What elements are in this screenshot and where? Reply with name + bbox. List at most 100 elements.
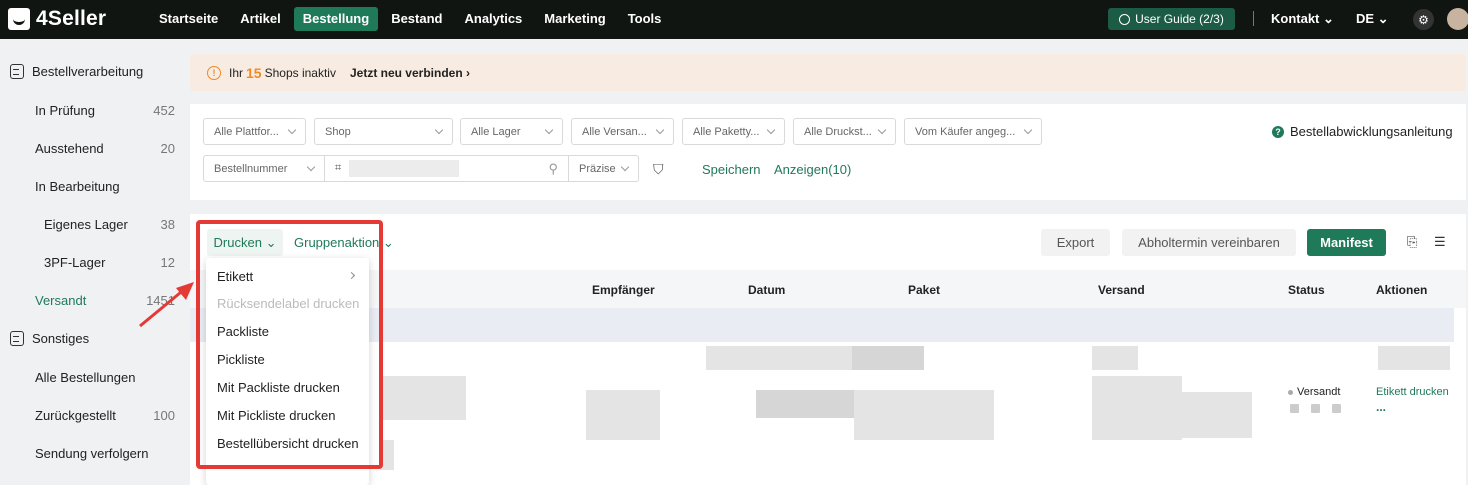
header-shipping: Versand <box>1098 283 1145 297</box>
redacted-block <box>706 346 856 370</box>
reconnect-link[interactable]: Jetzt neu verbinden › <box>350 66 470 80</box>
chevron-down-icon <box>1023 125 1033 135</box>
nav-marketing[interactable]: Marketing <box>535 7 614 31</box>
message-icon[interactable] <box>1311 404 1320 413</box>
select-value: Vom Käufer angeg... <box>915 125 1016 138</box>
buyer-specified-select[interactable]: Vom Käufer angeg... <box>904 118 1042 145</box>
sidebar-group-bestellverarbeitung[interactable]: Bestellverarbeitung <box>10 64 143 79</box>
header-actions: Aktionen <box>1376 283 1428 297</box>
export-button[interactable]: Export <box>1041 229 1110 256</box>
warning-icon: ! <box>207 65 221 80</box>
top-bar: 4Seller Startseite Artikel Bestellung Be… <box>0 0 1468 39</box>
status-dot <box>1288 389 1293 395</box>
warehouse-select[interactable]: Alle Lager <box>460 118 563 145</box>
nav-artikel[interactable]: Artikel <box>231 7 289 31</box>
help-icon: ? <box>1272 125 1284 138</box>
inactive-shops-banner: ! Ihr 15 Shops inaktiv Jetzt neu verbind… <box>190 54 1466 91</box>
sidebar-item-ausstehend[interactable]: Ausstehend 20 <box>35 141 175 156</box>
search-input[interactable]: ⌗ ⚲ <box>324 155 569 182</box>
document-icon[interactable] <box>1332 404 1341 413</box>
language-menu[interactable]: DE ⌄ <box>1356 11 1389 27</box>
scan-icon[interactable]: ⌗ <box>335 162 341 175</box>
arrow-head <box>176 282 194 300</box>
logo[interactable]: 4Seller <box>8 7 106 31</box>
highlight-box <box>196 220 383 469</box>
sidebar-item-label: Alle Bestellungen <box>35 370 136 385</box>
chevron-down-icon <box>877 125 887 135</box>
banner-suffix: Shops inaktiv <box>264 65 336 80</box>
redacted-block <box>1092 376 1182 440</box>
settings-icon[interactable]: ⚙ <box>1413 9 1434 30</box>
search-input-content: ⌗ <box>335 160 460 177</box>
chevron-down-icon <box>306 162 316 172</box>
chevron-down-icon <box>620 162 630 172</box>
sidebar-item-label: In Prüfung <box>35 103 95 118</box>
export-settings-icon[interactable]: ⎘ <box>1407 234 1417 250</box>
sidebar-group-sonstiges[interactable]: Sonstiges <box>10 331 89 346</box>
sidebar-item-label: Versandt <box>35 293 87 308</box>
search-icon[interactable]: ⚲ <box>548 161 558 177</box>
shop-select[interactable]: Shop <box>314 118 453 145</box>
chevron-down-icon <box>287 125 297 135</box>
annotation-arrow <box>139 282 194 328</box>
pickup-button[interactable]: Abholtermin vereinbaren <box>1122 229 1296 256</box>
user-guide-button[interactable]: User Guide (2/3) <box>1108 8 1235 30</box>
shipping-select[interactable]: Alle Versan... <box>571 118 674 145</box>
select-value: Alle Versan... <box>582 125 647 138</box>
search-value-redacted <box>349 160 460 177</box>
filter-icon[interactable]: ⛉ <box>653 161 664 178</box>
avatar[interactable] <box>1447 8 1468 30</box>
redacted-block <box>852 346 924 370</box>
column-settings-icon[interactable]: ☰ <box>1434 234 1446 250</box>
sidebar-item-zurueckgestellt[interactable]: Zurückgestellt 100 <box>35 408 175 423</box>
chevron-down-icon <box>544 125 554 135</box>
sidebar-item-label: Zurückgestellt <box>35 408 116 423</box>
clipboard-icon <box>10 331 24 346</box>
arrow-line <box>139 286 187 328</box>
print-status-select[interactable]: Alle Druckst... <box>793 118 896 145</box>
sidebar-group-label: Bestellverarbeitung <box>32 64 144 79</box>
sidebar-item-sendung-verfolgen[interactable]: Sendung verfolgern <box>35 446 175 461</box>
sidebar-item-in-bearbeitung[interactable]: In Bearbeitung <box>35 179 175 194</box>
redacted-block <box>1182 392 1252 438</box>
sidebar-item-count: 20 <box>160 141 175 156</box>
order-guide-link[interactable]: ? Bestellabwicklungsanleitung <box>1272 124 1453 139</box>
chevron-down-icon <box>434 125 444 135</box>
redacted-block <box>1092 346 1138 370</box>
redacted-block <box>756 390 854 418</box>
guide-label: Bestellabwicklungsanleitung <box>1290 124 1453 139</box>
manifest-button[interactable]: Manifest <box>1307 229 1386 256</box>
kontakt-menu[interactable]: Kontakt ⌄ <box>1271 11 1334 27</box>
sidebar-item-3pf-lager[interactable]: 3PF-Lager 12 <box>44 255 175 270</box>
nav-bestand[interactable]: Bestand <box>382 7 451 31</box>
search-type-select[interactable]: Bestellnummer <box>203 155 325 182</box>
save-filter-button[interactable]: Speichern <box>702 162 761 177</box>
redacted-block <box>586 390 660 440</box>
nav-tools[interactable]: Tools <box>619 7 671 31</box>
redacted-block <box>380 376 466 420</box>
nav-startseite[interactable]: Startseite <box>150 7 227 31</box>
filter-panel: Alle Plattfor... Shop Alle Lager Alle Ve… <box>190 104 1466 200</box>
chevron-down-icon <box>766 125 776 135</box>
sidebar-item-alle-bestellungen[interactable]: Alle Bestellungen <box>35 370 175 385</box>
language-label: DE <box>1356 11 1375 26</box>
sidebar: Bestellverarbeitung In Prüfung 452 Ausste… <box>0 39 189 485</box>
more-actions-button[interactable]: ... <box>1376 400 1386 414</box>
select-value: Bestellnummer <box>214 162 288 175</box>
select-value: Alle Plattfor... <box>214 125 279 138</box>
sidebar-item-label: 3PF-Lager <box>44 255 106 270</box>
logo-text: 4Seller <box>36 7 107 30</box>
nav-analytics[interactable]: Analytics <box>455 7 531 31</box>
sidebar-item-in-pruefung[interactable]: In Prüfung 452 <box>35 103 175 118</box>
note-icon[interactable] <box>1290 404 1299 413</box>
sidebar-item-eigenes-lager[interactable]: Eigenes Lager 38 <box>44 217 175 232</box>
nav-bestellung[interactable]: Bestellung <box>293 7 379 31</box>
platform-select[interactable]: Alle Plattfor... <box>203 118 306 145</box>
package-type-select[interactable]: Alle Paketty... <box>682 118 785 145</box>
status-label: Versandt <box>1297 386 1341 398</box>
redacted-block <box>854 390 994 440</box>
show-filters-button[interactable]: Anzeigen(10) <box>774 162 851 177</box>
main-nav: Startseite Artikel Bestellung Bestand An… <box>150 7 670 31</box>
print-label-action[interactable]: Etikett drucken <box>1376 386 1449 398</box>
precision-select[interactable]: Präzise <box>568 155 639 182</box>
